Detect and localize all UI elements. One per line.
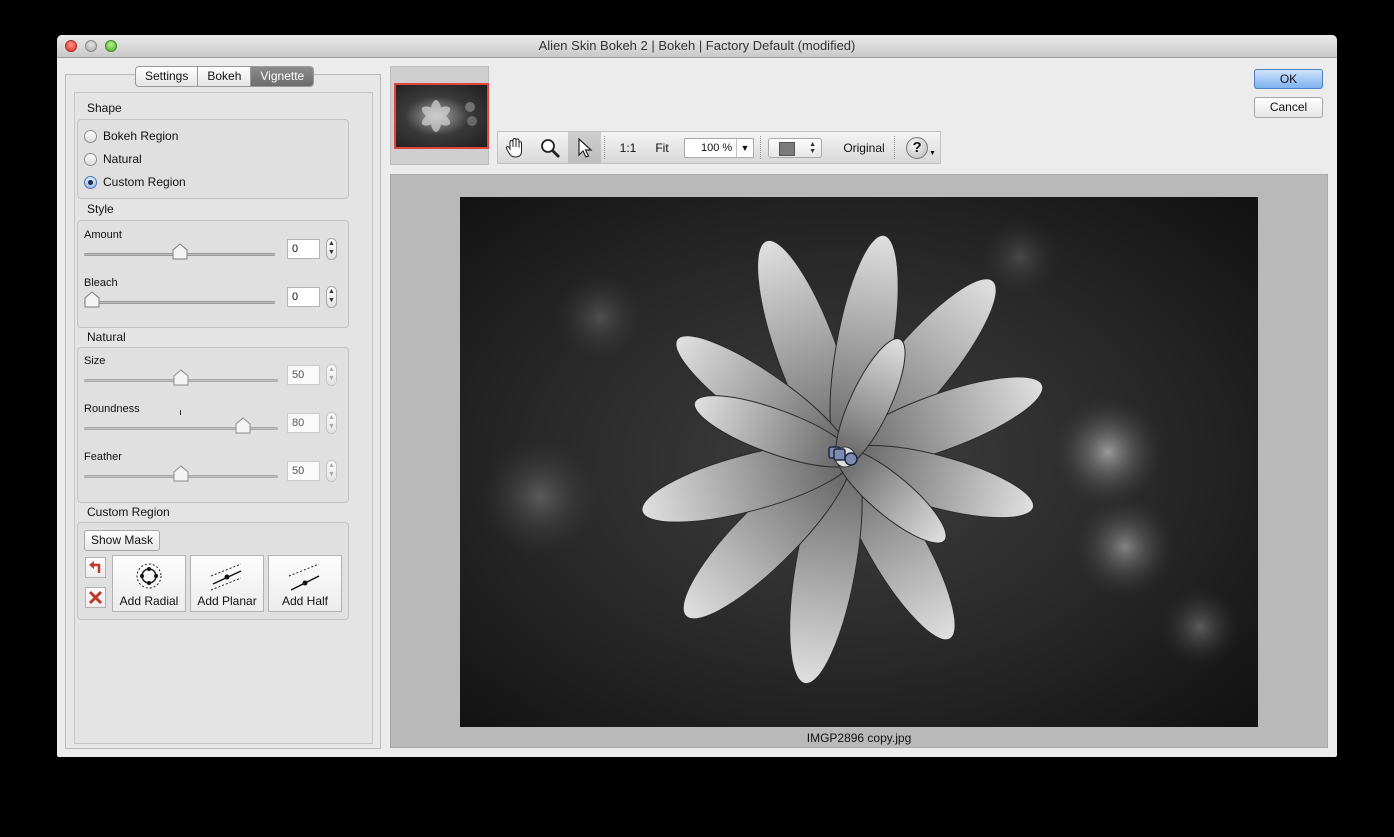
roundness-value-field[interactable]: 80 [287,413,320,433]
style-section-title: Style [87,202,114,216]
app-window: Alien Skin Bokeh 2 | Bokeh | Factory Def… [57,35,1337,757]
select-tool-button[interactable] [568,132,601,163]
toolbar-separator [894,136,896,159]
preview-toolbar: 1:1 Fit 100 % ▼ ▲ ▼ Original ? ▼ [497,131,941,164]
title-bar: Alien Skin Bokeh 2 | Bokeh | Factory Def… [57,35,1337,58]
bleach-value-field[interactable]: 0 [287,287,320,307]
undo-arrow-icon [89,561,101,573]
pan-tool-button[interactable] [498,132,531,163]
hand-icon [505,137,522,158]
custom-region-group: Show Mask Add Radial Add Planar Add Half [77,522,349,620]
add-half-label: Add Half [281,594,329,608]
size-label: Size [84,355,106,367]
style-group: Amount 0 ▲ ▼ Bleach 0 ▲ ▼ [77,220,349,328]
navigator-thumbnail[interactable] [390,66,489,165]
bleach-stepper[interactable]: ▲ ▼ [326,286,337,308]
amount-value-field[interactable]: 0 [287,239,320,259]
bleach-label: Bleach [84,277,118,289]
close-window-button[interactable] [65,40,77,52]
zoom-level-value: 100 % [701,142,733,154]
preview-canvas[interactable]: IMGP2896 copy.jpg [390,174,1328,748]
preview-image[interactable] [460,197,1258,727]
ok-button[interactable]: OK [1254,69,1323,89]
zoom-1to1-button[interactable]: 1:1 [612,132,644,163]
natural-group: Size 50 ▲ ▼ Roundness 80 ▲ ▼ Feather 50 ▲ ▼ [77,347,349,503]
feather-value-field[interactable]: 50 [287,461,320,481]
help-glyph: ? [912,138,922,156]
chevron-down-icon: ▼ [929,150,936,157]
roundness-label: Roundness [84,403,140,415]
reset-region-button[interactable] [85,557,106,578]
toolbar-separator [604,136,606,159]
background-color-swatch [779,142,795,156]
roundness-slider-thumb[interactable] [235,417,251,434]
delete-region-button[interactable] [85,587,106,608]
help-icon: ? [906,136,929,159]
amount-stepper[interactable]: ▲ ▼ [326,238,337,260]
size-value-field[interactable]: 50 [287,365,320,385]
region-handle[interactable] [827,445,859,469]
radio-label: Bokeh Region [103,129,179,143]
cancel-button[interactable]: Cancel [1254,97,1323,118]
magnifier-icon [540,138,560,158]
radio-circle [84,152,97,166]
radio-bokeh-region[interactable]: Bokeh Region [84,129,178,143]
radio-natural[interactable]: Natural [84,152,142,166]
settings-panel: Settings Bokeh Vignette Shape Bokeh Regi… [65,66,381,749]
bleach-slider-track[interactable] [84,301,275,304]
size-slider-thumb[interactable] [173,369,189,386]
add-planar-button[interactable]: Add Planar [190,555,264,612]
radio-label: Custom Region [103,175,186,189]
amount-label: Amount [84,229,122,241]
size-stepper[interactable]: ▲ ▼ [326,364,337,386]
add-half-button[interactable]: Add Half [268,555,342,612]
amount-slider-thumb[interactable] [172,243,188,260]
minimize-window-button[interactable] [85,40,97,52]
radio-circle [84,129,97,143]
thumbnail-flower [421,100,477,132]
flower-photo [460,197,1258,727]
add-radial-label: Add Radial [119,594,179,608]
zoom-fit-button[interactable]: Fit [646,132,678,163]
feather-stepper[interactable]: ▲ ▼ [326,460,337,482]
half-region-icon [288,563,320,591]
delete-x-icon [88,590,103,605]
zoom-level-combo[interactable]: 100 % ▼ [684,138,754,158]
color-stepper-icon[interactable]: ▲ ▼ [809,141,816,155]
feather-label: Feather [84,451,122,463]
arrow-pointer-icon [577,137,593,158]
show-mask-button[interactable]: Show Mask [84,530,160,551]
bleach-slider-thumb[interactable] [84,291,100,308]
add-planar-label: Add Planar [197,594,257,608]
natural-section-title: Natural [87,330,126,344]
radio-label: Natural [103,152,142,166]
vignette-panel: Shape Bokeh Region Natural Custom Region… [74,92,373,744]
zoom-window-button[interactable] [105,40,117,52]
radio-custom-region[interactable]: Custom Region [84,175,186,189]
custom-region-section-title: Custom Region [87,505,170,519]
feather-slider-thumb[interactable] [173,465,189,482]
radio-circle-selected [84,175,97,189]
radial-region-icon [136,563,162,589]
chevron-down-icon[interactable]: ▼ [736,139,753,157]
original-preview-button[interactable]: Original [828,132,900,163]
toolbar-separator [760,136,762,159]
thumbnail-image[interactable] [394,83,489,149]
preview-filename: IMGP2896 copy.jpg [806,731,912,745]
help-button[interactable]: ? ▼ [902,132,940,163]
roundness-stepper[interactable]: ▲ ▼ [326,412,337,434]
window-title: Alien Skin Bokeh 2 | Bokeh | Factory Def… [538,38,856,53]
background-color-picker[interactable]: ▲ ▼ [768,138,822,158]
shape-section-title: Shape [87,101,122,115]
zoom-tool-button[interactable] [533,132,566,163]
add-radial-button[interactable]: Add Radial [112,555,186,612]
planar-region-icon [210,563,242,591]
shape-group: Bokeh Region Natural Custom Region [77,119,349,199]
panel-tabs: Settings Bokeh Vignette [135,66,315,87]
roundness-default-tick [180,410,181,415]
tab-settings[interactable]: Settings [136,67,199,86]
tab-vignette[interactable]: Vignette [251,67,314,86]
tab-bokeh[interactable]: Bokeh [198,67,252,86]
